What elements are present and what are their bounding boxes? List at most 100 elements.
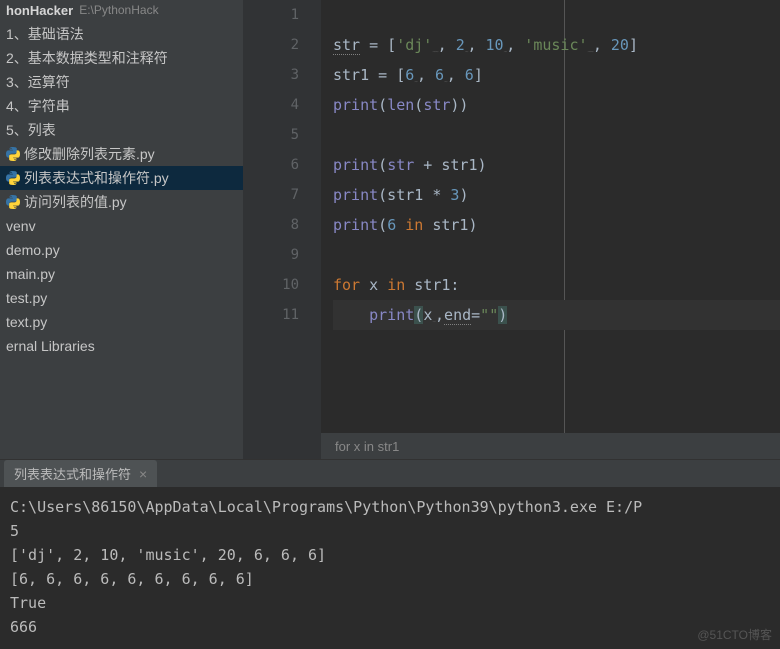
code-line[interactable] bbox=[333, 0, 780, 30]
folder-tree-item[interactable]: 2、基本数据类型和注释符 bbox=[0, 46, 243, 70]
tree-item-label: main.py bbox=[6, 266, 55, 282]
code-token: str bbox=[423, 96, 450, 114]
line-number: 9 bbox=[243, 240, 299, 270]
code-token: 10 bbox=[486, 36, 504, 54]
code-token: ( bbox=[414, 306, 423, 324]
folder-tree-item[interactable]: 5、列表 bbox=[0, 118, 243, 142]
code-token: 6 bbox=[405, 66, 414, 84]
tree-item-label: 1、基础语法 bbox=[6, 24, 84, 44]
tree-item-label: demo.py bbox=[6, 242, 60, 258]
breadcrumb-text: for x in str1 bbox=[335, 439, 399, 454]
folder-tree-item[interactable]: venv bbox=[0, 214, 243, 238]
code-token: for bbox=[333, 276, 369, 294]
file-tree-item[interactable]: 访问列表的值.py bbox=[0, 190, 243, 214]
project-name: honHacker bbox=[6, 3, 73, 18]
code-line[interactable]: print(str + str1) bbox=[333, 150, 780, 180]
code-area[interactable]: str = ['dj'˷˷, 2˷, 10˷, 'music'˷˷, 20]st… bbox=[321, 0, 780, 459]
line-number: 3 bbox=[243, 60, 299, 90]
code-token: in bbox=[387, 276, 414, 294]
terminal-line: True bbox=[10, 591, 770, 615]
code-line[interactable]: print(len(str)) bbox=[333, 90, 780, 120]
code-token: ] bbox=[474, 66, 483, 84]
file-tree-item[interactable]: 修改删除列表元素.py bbox=[0, 142, 243, 166]
tree-item-label: 5、列表 bbox=[6, 120, 56, 140]
line-number-gutter: 1234567891011 bbox=[243, 0, 321, 459]
tree-item-label: 3、运算符 bbox=[6, 72, 70, 92]
python-file-icon bbox=[6, 147, 20, 161]
code-token: end bbox=[444, 306, 471, 325]
code-editor[interactable]: 1234567891011 str = ['dj'˷˷, 2˷, 10˷, 'm… bbox=[243, 0, 780, 459]
code-token: x bbox=[423, 306, 432, 324]
code-token: ] bbox=[629, 36, 638, 54]
terminal-line: 5 bbox=[10, 519, 770, 543]
code-token: "" bbox=[480, 306, 498, 324]
close-icon[interactable]: × bbox=[139, 466, 147, 482]
code-token: + str1) bbox=[414, 156, 486, 174]
project-sidebar: honHacker E:\PythonHack 1、基础语法 2、基本数据类型和注… bbox=[0, 0, 243, 459]
code-line[interactable]: str = ['dj'˷˷, 2˷, 10˷, 'music'˷˷, 20] bbox=[333, 30, 780, 60]
code-token: , bbox=[438, 36, 456, 54]
code-token: print bbox=[333, 186, 378, 204]
project-header[interactable]: honHacker E:\PythonHack bbox=[0, 0, 243, 20]
folder-tree-item[interactable]: ernal Libraries bbox=[0, 334, 243, 358]
line-number: 5 bbox=[243, 120, 299, 150]
code-token: x bbox=[369, 276, 387, 294]
code-token: 20 bbox=[611, 36, 629, 54]
line-number: 10 bbox=[243, 270, 299, 300]
folder-tree-item[interactable]: demo.py bbox=[0, 238, 243, 262]
code-token: str1) bbox=[423, 216, 477, 234]
tree-item-label: 修改删除列表元素.py bbox=[24, 144, 155, 164]
code-token: ( bbox=[378, 216, 387, 234]
terminal-tab[interactable]: 列表表达式和操作符 × bbox=[4, 460, 157, 487]
folder-tree-item[interactable]: 1、基础语法 bbox=[0, 22, 243, 46]
code-line[interactable]: print(str1 * 3) bbox=[333, 180, 780, 210]
code-token: print bbox=[333, 96, 378, 114]
line-number: 7 bbox=[243, 180, 299, 210]
code-token: ) bbox=[459, 186, 468, 204]
tree-item-label: venv bbox=[6, 218, 36, 234]
code-token: (str1 * bbox=[378, 186, 450, 204]
code-token: str1 = [ bbox=[333, 66, 405, 84]
code-token: , bbox=[435, 306, 444, 324]
code-token: 6 bbox=[465, 66, 474, 84]
tree-item-label: 2、基本数据类型和注释符 bbox=[6, 48, 168, 68]
code-token: , bbox=[506, 36, 524, 54]
folder-tree-item[interactable]: 4、字符串 bbox=[0, 94, 243, 118]
folder-tree-item[interactable]: text.py bbox=[0, 310, 243, 334]
tree-item-label: 4、字符串 bbox=[6, 96, 70, 116]
code-token: = bbox=[471, 306, 480, 324]
code-token: str bbox=[387, 156, 414, 174]
terminal-tab-bar: 列表表达式和操作符 × bbox=[0, 459, 780, 487]
terminal-line: 666 bbox=[10, 615, 770, 639]
code-token: 'dj' bbox=[396, 36, 432, 54]
code-token: str1: bbox=[414, 276, 459, 294]
code-token: 'music' bbox=[524, 36, 587, 54]
code-line[interactable]: str1 = [6˷, 6˷, 6] bbox=[333, 60, 780, 90]
file-tree-item[interactable]: 列表表达式和操作符.py bbox=[0, 166, 243, 190]
code-line[interactable] bbox=[333, 240, 780, 270]
folder-tree-item[interactable]: 3、运算符 bbox=[0, 70, 243, 94]
code-token: print bbox=[333, 216, 378, 234]
tree-item-label: 列表表达式和操作符.py bbox=[24, 168, 169, 188]
code-token: 6 bbox=[387, 216, 396, 234]
main-area: honHacker E:\PythonHack 1、基础语法 2、基本数据类型和注… bbox=[0, 0, 780, 459]
line-number: 1 bbox=[243, 0, 299, 30]
terminal-output[interactable]: C:\Users\86150\AppData\Local\Programs\Py… bbox=[0, 487, 780, 649]
code-token: , bbox=[447, 66, 465, 84]
line-number: 8 bbox=[243, 210, 299, 240]
code-line[interactable]: print(x˷,end="") bbox=[333, 300, 780, 330]
code-token: ( bbox=[378, 96, 387, 114]
code-line[interactable]: print(6 in str1) bbox=[333, 210, 780, 240]
code-token: 6 bbox=[435, 66, 444, 84]
python-file-icon bbox=[6, 195, 20, 209]
code-line[interactable]: for x in str1: bbox=[333, 270, 780, 300]
code-token: , bbox=[417, 66, 435, 84]
folder-tree-item[interactable]: main.py bbox=[0, 262, 243, 286]
code-token: print bbox=[369, 306, 414, 324]
code-token: print bbox=[333, 156, 378, 174]
folder-tree-item[interactable]: test.py bbox=[0, 286, 243, 310]
code-line[interactable] bbox=[333, 120, 780, 150]
breadcrumb-bar[interactable]: for x in str1 bbox=[321, 433, 780, 459]
code-token: in bbox=[405, 216, 423, 234]
line-number: 2 bbox=[243, 30, 299, 60]
